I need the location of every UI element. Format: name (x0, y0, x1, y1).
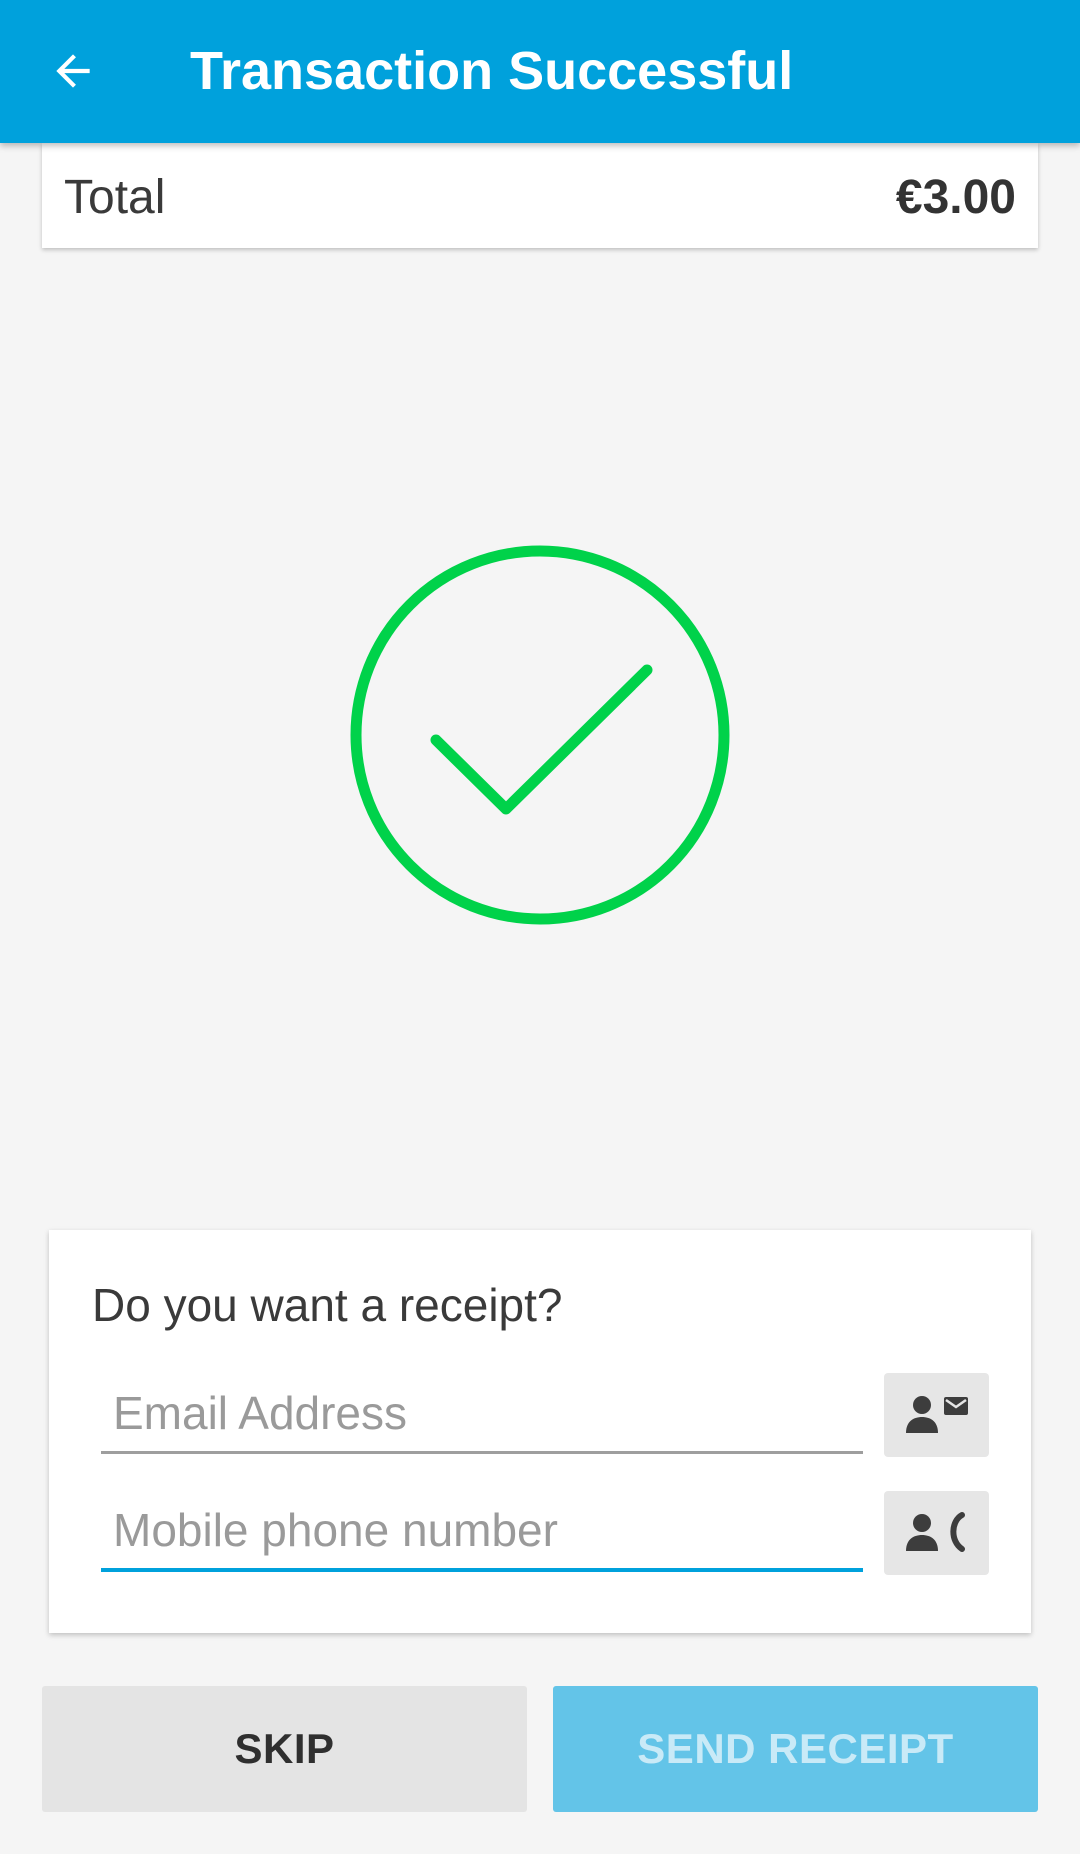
arrow-back-icon (56, 54, 90, 88)
contact-mail-icon (905, 1396, 968, 1433)
skip-button[interactable]: SKIP (42, 1686, 527, 1812)
receipt-card: Do you want a receipt? (49, 1230, 1031, 1633)
total-card: Total €3.00 (42, 143, 1038, 248)
transaction-success-screen: Transaction Successful Total €3.00 Do yo… (0, 0, 1080, 1854)
email-contact-button[interactable] (884, 1373, 989, 1457)
mobile-phone-field[interactable] (101, 1492, 863, 1572)
check-circle-icon (350, 545, 730, 925)
receipt-question: Do you want a receipt? (92, 1279, 563, 1331)
back-button[interactable] (30, 26, 116, 116)
phone-contact-button[interactable] (884, 1491, 989, 1575)
total-label: Total (64, 171, 166, 224)
page-title: Transaction Successful (190, 41, 794, 101)
send-receipt-button[interactable]: SEND RECEIPT (553, 1686, 1038, 1812)
total-amount: €3.00 (895, 171, 1016, 224)
email-field[interactable] (101, 1374, 863, 1454)
contact-phone-icon (905, 1512, 965, 1552)
app-bar: Transaction Successful (0, 0, 1080, 143)
